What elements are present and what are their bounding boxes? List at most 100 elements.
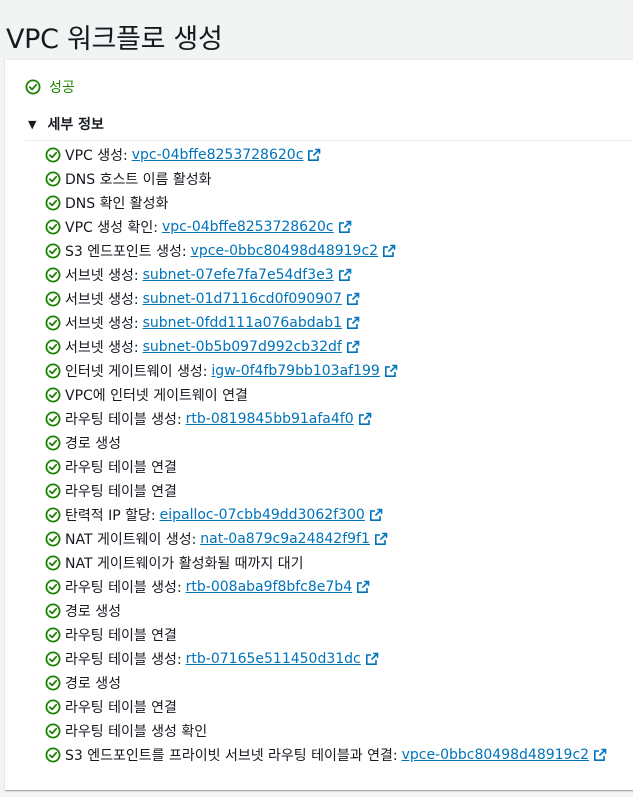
workflow-step: S3 엔드포인트 생성: vpce-0bbc80498d48919c2: [45, 239, 611, 263]
step-label: NAT 게이트웨이가 활성화될 때까지 대기: [65, 556, 304, 572]
external-link-icon: [346, 292, 360, 305]
step-label: 경로 생성: [65, 604, 121, 620]
step-label: 탄력적 IP 할당:: [65, 508, 156, 524]
check-circle-icon: [45, 291, 61, 307]
check-circle-icon: [45, 315, 61, 331]
check-circle-icon: [45, 411, 61, 427]
resource-id: igw-0f4fb79bb103af199: [211, 363, 380, 379]
workflow-panel: 성공 ▼ 세부 정보 VPC 생성: vpc-04bffe8253728620c D…: [5, 59, 633, 790]
resource-id: vpce-0bbc80498d48919c2: [401, 747, 590, 763]
step-label: 라우팅 테이블 연결: [65, 460, 177, 476]
page-title: VPC 워크플로 생성: [6, 24, 223, 56]
step-label: 서브넷 생성:: [65, 340, 139, 356]
workflow-step: VPC에 인터넷 게이트웨이 연결: [45, 383, 611, 407]
check-circle-icon: [45, 147, 61, 163]
external-link-icon: [346, 340, 360, 353]
check-circle-icon: [45, 459, 61, 475]
step-label: 인터넷 게이트웨이 생성:: [65, 364, 208, 380]
resource-id: vpc-04bffe8253728620c: [161, 219, 334, 235]
check-circle-icon: [45, 243, 61, 259]
check-circle-icon: [45, 387, 61, 403]
check-circle-icon: [45, 675, 61, 691]
resource-id: eipalloc-07cbb49dd3062f300: [159, 507, 365, 523]
check-circle-icon: [25, 79, 41, 95]
check-circle-icon: [45, 339, 61, 355]
check-circle-icon: [45, 699, 61, 715]
details-label: 세부 정보: [47, 117, 104, 133]
check-circle-icon: [45, 267, 61, 283]
check-circle-icon: [45, 483, 61, 499]
workflow-step: DNS 확인 활성화: [45, 191, 611, 215]
step-list: VPC 생성: vpc-04bffe8253728620c DNS 호스트 이름 활…: [45, 143, 611, 767]
workflow-step: 라우팅 테이블 생성: rtb-008aba9f8bfc8e7b4: [45, 575, 611, 599]
resource-id: subnet-07efe7fa7e54df3e3: [142, 267, 334, 283]
resource-link[interactable]: subnet-01d7116cd0f090907: [139, 291, 364, 307]
step-label: 라우팅 테이블 연결: [65, 628, 177, 644]
workflow-step: S3 엔드포인트를 프라이빗 서브넷 라우팅 테이블과 연결: vpce-0bbc…: [45, 743, 611, 767]
workflow-step: 라우팅 테이블 연결: [45, 695, 611, 719]
resource-link[interactable]: subnet-0fdd111a076abdab1: [139, 315, 364, 331]
workflow-step: DNS 호스트 이름 활성화: [45, 167, 611, 191]
workflow-step: 인터넷 게이트웨이 생성: igw-0f4fb79bb103af199: [45, 359, 611, 383]
resource-link[interactable]: igw-0f4fb79bb103af199: [207, 363, 401, 379]
check-circle-icon: [45, 171, 61, 187]
check-circle-icon: [45, 723, 61, 739]
resource-id: nat-0a879c9a24842f9f1: [200, 531, 370, 547]
details-expander[interactable]: ▼ 세부 정보: [25, 112, 633, 141]
status-indicator: 성공: [25, 76, 75, 98]
resource-link[interactable]: vpc-04bffe8253728620c: [158, 219, 356, 235]
workflow-step: 라우팅 테이블 생성: rtb-0819845bb91afa4f0: [45, 407, 611, 431]
external-link-icon: [374, 532, 388, 545]
step-label: 라우팅 테이블 생성:: [65, 412, 182, 428]
resource-link[interactable]: rtb-07165e511450d31dc: [182, 651, 383, 667]
workflow-step: 경로 생성: [45, 671, 611, 695]
workflow-step: 경로 생성: [45, 431, 611, 455]
step-label: 서브넷 생성:: [65, 292, 139, 308]
workflow-step: VPC 생성: vpc-04bffe8253728620c: [45, 143, 611, 167]
resource-id: subnet-01d7116cd0f090907: [142, 291, 342, 307]
step-label: 경로 생성: [65, 676, 121, 692]
resource-link[interactable]: subnet-0b5b097d992cb32df: [139, 339, 364, 355]
resource-link[interactable]: rtb-008aba9f8bfc8e7b4: [182, 579, 374, 595]
resource-link[interactable]: vpce-0bbc80498d48919c2: [398, 747, 611, 763]
workflow-step: 라우팅 테이블 연결: [45, 479, 611, 503]
resource-id: rtb-0819845bb91afa4f0: [185, 411, 354, 427]
resource-link[interactable]: vpce-0bbc80498d48919c2: [187, 243, 400, 259]
resource-link[interactable]: vpc-04bffe8253728620c: [128, 147, 326, 163]
step-label: 라우팅 테이블 생성:: [65, 652, 182, 668]
step-label: VPC 생성 확인:: [65, 220, 158, 236]
step-label: 경로 생성: [65, 436, 121, 452]
external-link-icon: [358, 412, 371, 425]
step-label: 라우팅 테이블 연결: [65, 700, 177, 716]
external-link-icon: [347, 316, 360, 329]
check-circle-icon: [45, 507, 61, 523]
external-link-icon: [308, 148, 321, 161]
resource-link[interactable]: eipalloc-07cbb49dd3062f300: [156, 507, 387, 523]
workflow-step: 서브넷 생성: subnet-01d7116cd0f090907: [45, 287, 611, 311]
resource-link[interactable]: rtb-0819845bb91afa4f0: [182, 411, 376, 427]
workflow-step: 서브넷 생성: subnet-0fdd111a076abdab1: [45, 311, 611, 335]
caret-down-icon: ▼: [28, 117, 37, 131]
workflow-step: VPC 생성 확인: vpc-04bffe8253728620c: [45, 215, 611, 239]
external-link-icon: [338, 268, 351, 281]
step-label: S3 엔드포인트 생성:: [65, 244, 187, 260]
workflow-step: 라우팅 테이블 생성: rtb-07165e511450d31dc: [45, 647, 611, 671]
step-label: VPC에 인터넷 게이트웨이 연결: [65, 388, 248, 404]
resource-link[interactable]: subnet-07efe7fa7e54df3e3: [139, 267, 356, 283]
step-label: 라우팅 테이블 생성:: [65, 580, 182, 596]
check-circle-icon: [45, 435, 61, 451]
workflow-step: NAT 게이트웨이가 활성화될 때까지 대기: [45, 551, 611, 575]
resource-link[interactable]: nat-0a879c9a24842f9f1: [196, 531, 392, 547]
workflow-step: 서브넷 생성: subnet-0b5b097d992cb32df: [45, 335, 611, 359]
check-circle-icon: [45, 195, 61, 211]
step-label: DNS 확인 활성화: [65, 196, 169, 212]
external-link-icon: [365, 652, 379, 665]
workflow-step: 라우팅 테이블 연결: [45, 623, 611, 647]
workflow-step: 탄력적 IP 할당: eipalloc-07cbb49dd3062f300: [45, 503, 611, 527]
check-circle-icon: [45, 579, 61, 595]
step-label: 라우팅 테이블 연결: [65, 484, 177, 500]
step-label: 서브넷 생성:: [65, 268, 139, 284]
external-link-icon: [383, 244, 396, 257]
check-circle-icon: [45, 603, 61, 619]
workflow-step: 경로 생성: [45, 599, 611, 623]
